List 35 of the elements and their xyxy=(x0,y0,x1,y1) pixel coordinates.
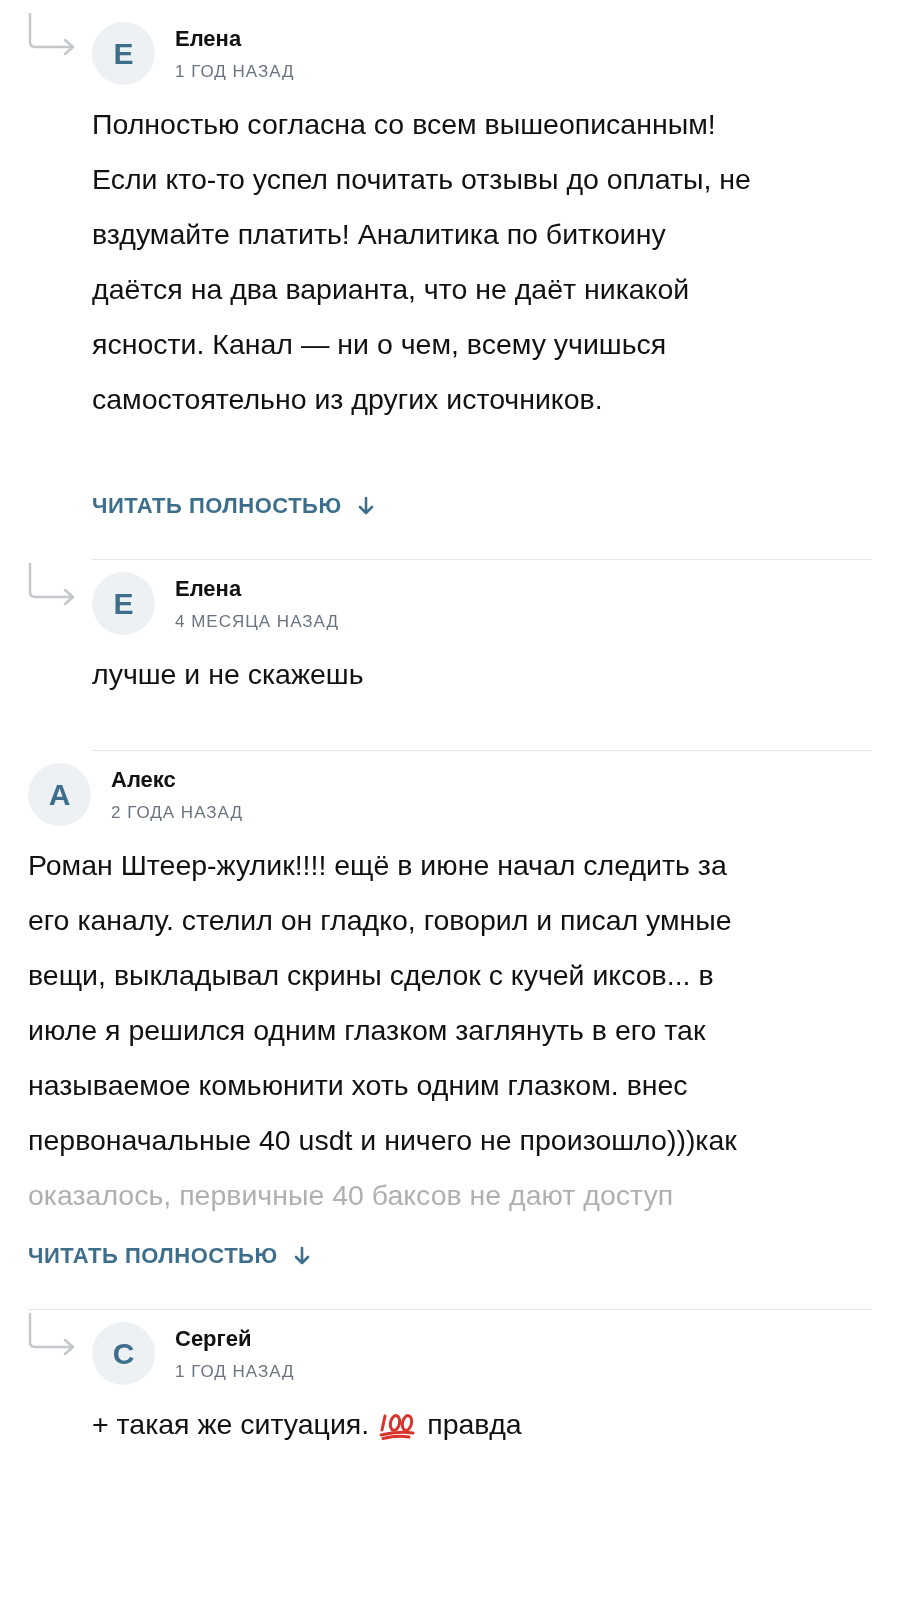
comment-text: его каналу. стелил он гладко, говорил и писал умные xyxy=(28,903,732,938)
comment-text: называемое комьюнити хоть одним глазком. внес xyxy=(28,1068,688,1103)
reply-arrow-icon xyxy=(28,1312,76,1358)
author-name: Сергей xyxy=(175,1325,252,1352)
arrow-down-icon xyxy=(293,1246,310,1266)
comment-text: даётся на два варианта, что не даёт никакой xyxy=(92,272,690,307)
comment-text: правда xyxy=(427,1407,522,1442)
comment-time: 2 ГОДА НАЗАД xyxy=(111,802,243,823)
comment-text: самостоятельно из других источников. xyxy=(92,382,603,417)
comment-time: 1 ГОД НАЗАД xyxy=(175,61,295,82)
reply-arrow-icon xyxy=(28,12,76,58)
comment-time: 4 МЕСЯЦА НАЗАД xyxy=(175,611,339,632)
avatar: А xyxy=(28,763,91,826)
comment-text: вздумайте платить! Аналитика по биткоину xyxy=(92,217,666,252)
author-name: Елена xyxy=(175,575,242,602)
arrow-down-icon xyxy=(357,496,374,516)
comment-text: ясности. Канал — ни о чем, всему учишься xyxy=(92,327,667,362)
comment-time: 1 ГОД НАЗАД xyxy=(175,1361,295,1382)
comment-text: лучше и не скажешь xyxy=(92,657,364,692)
comment-text: вещи, выкладывал скрины сделок с кучей иксов... в xyxy=(28,958,714,993)
comment-text: Роман Штеер-жулик!!!! ещё в июне начал следить за xyxy=(28,848,727,883)
comment-text: + такая же ситуация. xyxy=(92,1407,370,1442)
comment-text: Если кто-то успел почитать отзывы до оплаты, не xyxy=(92,162,751,197)
author-name: Алекс xyxy=(111,766,176,793)
avatar: Е xyxy=(92,22,155,85)
avatar: Е xyxy=(92,572,155,635)
read-more-link[interactable]: ЧИТАТЬ ПОЛНОСТЬЮ xyxy=(28,1243,310,1269)
comment-text: Полностью согласна со всем вышеописанным! xyxy=(92,107,716,142)
comment-text: первоначальные 40 usdt и ничего не произошло)))как xyxy=(28,1123,737,1158)
comment-text: оказалось, первичные 40 баксов не дают доступ xyxy=(28,1178,674,1213)
avatar: С xyxy=(92,1322,155,1385)
author-name: Елена xyxy=(175,25,242,52)
read-more-link[interactable]: ЧИТАТЬ ПОЛНОСТЬЮ xyxy=(92,493,374,519)
reply-arrow-icon xyxy=(28,562,76,608)
comment-text: июле я решился одним глазком заглянуть в его так xyxy=(28,1013,706,1048)
